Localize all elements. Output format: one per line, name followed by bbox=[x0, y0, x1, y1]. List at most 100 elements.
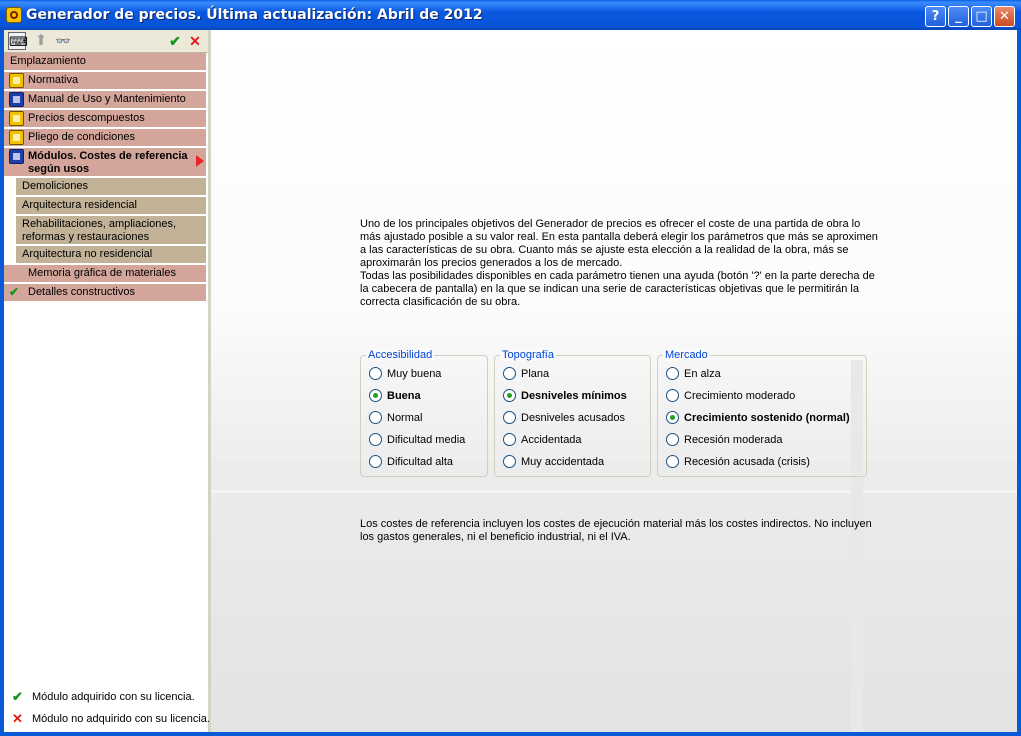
sidebar-subitem-demoliciones[interactable]: Demoliciones bbox=[16, 178, 206, 197]
radio-button[interactable] bbox=[503, 366, 516, 380]
app-icon[interactable] bbox=[6, 7, 22, 23]
option-label: Desniveles acusados bbox=[521, 412, 625, 424]
option-label: Recesión acusada (crisis) bbox=[684, 456, 810, 468]
radio-option[interactable]: Muy accidentada bbox=[503, 454, 604, 470]
main-panel: Uno de los principales objetivos del Gen… bbox=[211, 30, 1017, 732]
radio-option[interactable]: Plana bbox=[503, 366, 549, 382]
sidebar-item-memoria[interactable]: Memoria gráfica de materiales bbox=[4, 265, 206, 284]
radio-button[interactable] bbox=[666, 432, 679, 446]
keyboard-icon[interactable]: ⌨ bbox=[8, 32, 28, 50]
option-label: Accidentada bbox=[521, 434, 582, 446]
sidebar-item-label: Pliego de condiciones bbox=[28, 131, 136, 143]
radio-option[interactable]: En alza bbox=[666, 366, 721, 382]
scales-icon bbox=[9, 73, 24, 88]
radio-option[interactable]: Recesión moderada bbox=[666, 432, 782, 448]
group-title: Accesibilidad bbox=[366, 349, 435, 361]
binoculars-icon[interactable]: 👓 bbox=[54, 32, 72, 50]
legend-not-acquired: ✕ Módulo no adquirido con su licencia. bbox=[4, 708, 210, 730]
title-bar[interactable]: Generador de precios. Última actualizaci… bbox=[0, 0, 1021, 30]
radio-button-checked[interactable] bbox=[369, 388, 382, 402]
client-area: ⌨ ⬆ 👓 ✔ ✕ Emplazamiento Normativa Manual… bbox=[4, 30, 1017, 732]
group-title: Topografía bbox=[500, 349, 556, 361]
option-label: Recesión moderada bbox=[684, 434, 783, 446]
sidebar-subitem-residencial[interactable]: Arquitectura residencial bbox=[16, 197, 206, 216]
radio-option[interactable]: Crecimiento moderado bbox=[666, 388, 795, 404]
sidebar-item-detalles[interactable]: ✔ Detalles constructivos bbox=[4, 284, 206, 303]
cancel-cross-icon[interactable]: ✕ bbox=[186, 32, 204, 50]
window-title: Generador de precios. Última actualizaci… bbox=[26, 7, 483, 23]
wrench-icon bbox=[9, 92, 24, 107]
radio-button[interactable] bbox=[369, 454, 382, 468]
group-title: Mercado bbox=[663, 349, 710, 361]
intro-paragraph-2: Todas las posibilidades disponibles en c… bbox=[360, 270, 875, 308]
accept-check-icon[interactable]: ✔ bbox=[166, 32, 184, 50]
sidebar-item-label: Normativa bbox=[28, 74, 79, 86]
check-icon: ✔ bbox=[9, 285, 20, 299]
sidebar-item-label: Memoria gráfica de materiales bbox=[28, 267, 176, 279]
radio-option[interactable]: Dificultad alta bbox=[369, 454, 453, 470]
modules-icon bbox=[9, 149, 24, 164]
price-icon bbox=[9, 111, 24, 126]
sidebar: ⌨ ⬆ 👓 ✔ ✕ Emplazamiento Normativa Manual… bbox=[4, 30, 211, 732]
sidebar-toolbar: ⌨ ⬆ 👓 ✔ ✕ bbox=[4, 30, 208, 53]
sidebar-item-label: Manual de Uso y Mantenimiento bbox=[28, 93, 186, 105]
radio-button[interactable] bbox=[369, 432, 382, 446]
help-button[interactable]: ? bbox=[925, 6, 946, 27]
option-label: Plana bbox=[521, 368, 550, 380]
app-window: Generador de precios. Última actualizaci… bbox=[0, 0, 1021, 736]
radio-button[interactable] bbox=[369, 410, 382, 424]
intro-paragraph-1: Uno de los principales objetivos del Gen… bbox=[360, 218, 878, 269]
background-room-line bbox=[211, 490, 1017, 493]
sidebar-item-label: Emplazamiento bbox=[10, 55, 86, 67]
radio-button[interactable] bbox=[666, 388, 679, 402]
radio-button[interactable] bbox=[666, 366, 679, 380]
license-legend: ✔ Módulo adquirido con su licencia. ✕ Mó… bbox=[4, 686, 210, 730]
option-label: Muy accidentada bbox=[521, 456, 605, 468]
option-label: Crecimiento moderado bbox=[684, 390, 796, 402]
radio-option[interactable]: Dificultad media bbox=[369, 432, 465, 448]
sidebar-item-manual[interactable]: Manual de Uso y Mantenimiento bbox=[4, 91, 206, 110]
group-topografia: Topografía Plana Desniveles mínimos Desn… bbox=[494, 349, 651, 477]
radio-button[interactable] bbox=[666, 454, 679, 468]
radio-button[interactable] bbox=[503, 454, 516, 468]
legend-acquired: ✔ Módulo adquirido con su licencia. bbox=[4, 686, 206, 708]
cross-icon: ✕ bbox=[12, 711, 23, 726]
expand-arrow-icon bbox=[196, 155, 204, 167]
radio-button[interactable] bbox=[369, 366, 382, 380]
option-label: Desniveles mínimos bbox=[521, 390, 627, 402]
sidebar-subitem-rehabilitaciones[interactable]: Rehabilitaciones, ampliaciones, reformas… bbox=[16, 216, 206, 246]
legend-acquired-text: Módulo adquirido con su licencia. bbox=[32, 691, 195, 703]
radio-option-selected[interactable]: Buena bbox=[369, 388, 421, 404]
document-icon bbox=[9, 130, 24, 145]
radio-option-selected[interactable]: Desniveles mínimos bbox=[503, 388, 627, 404]
option-label: Dificultad media bbox=[387, 434, 466, 446]
up-arrow-icon[interactable]: ⬆ bbox=[32, 32, 50, 50]
radio-option[interactable]: Desniveles acusados bbox=[503, 410, 625, 426]
legend-not-acquired-text: Módulo no adquirido con su licencia. bbox=[32, 713, 210, 725]
sidebar-menu: Emplazamiento Normativa Manual de Uso y … bbox=[4, 53, 206, 303]
sidebar-item-pliego[interactable]: Pliego de condiciones bbox=[4, 129, 206, 148]
sidebar-item-normativa[interactable]: Normativa bbox=[4, 72, 206, 91]
radio-option-selected[interactable]: Crecimiento sostenido (normal) bbox=[666, 410, 850, 426]
radio-option[interactable]: Normal bbox=[369, 410, 422, 426]
radio-button-checked[interactable] bbox=[666, 410, 679, 424]
radio-option[interactable]: Muy buena bbox=[369, 366, 441, 382]
sidebar-item-modulos[interactable]: Módulos. Costes de referencia según usos bbox=[4, 148, 206, 178]
maximize-button[interactable]: □ bbox=[971, 6, 992, 27]
sidebar-subitem-no-residencial[interactable]: Arquitectura no residencial bbox=[16, 246, 206, 265]
minimize-button[interactable]: _ bbox=[948, 6, 969, 27]
sidebar-item-precios[interactable]: Precios descompuestos bbox=[4, 110, 206, 129]
option-label: Muy buena bbox=[387, 368, 442, 380]
radio-button-checked[interactable] bbox=[503, 388, 516, 402]
option-label: Crecimiento sostenido (normal) bbox=[684, 412, 850, 424]
radio-option[interactable]: Recesión acusada (crisis) bbox=[666, 454, 810, 470]
intro-text: Uno de los principales objetivos del Gen… bbox=[360, 218, 880, 309]
close-button[interactable]: ✕ bbox=[994, 6, 1015, 27]
option-label: Dificultad alta bbox=[387, 456, 454, 468]
group-accesibilidad: Accesibilidad Muy buena Buena Normal Dif… bbox=[360, 349, 488, 477]
sidebar-item-emplazamiento[interactable]: Emplazamiento bbox=[4, 53, 206, 72]
radio-button[interactable] bbox=[503, 410, 516, 424]
radio-button[interactable] bbox=[503, 432, 516, 446]
option-label: Normal bbox=[387, 412, 423, 424]
radio-option[interactable]: Accidentada bbox=[503, 432, 582, 448]
